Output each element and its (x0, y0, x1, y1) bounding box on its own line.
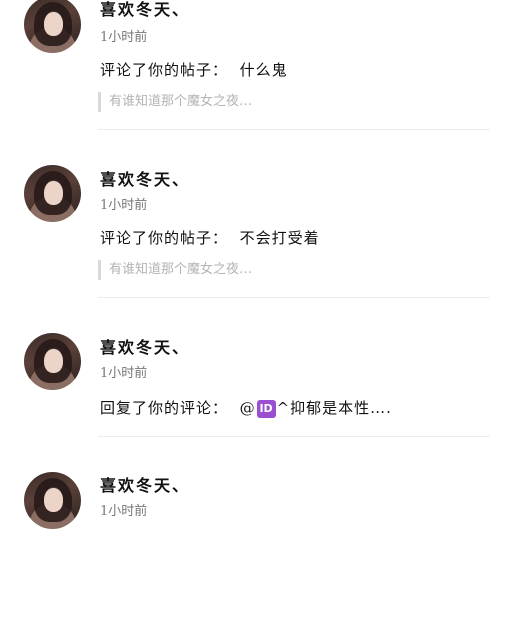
quoted-post[interactable]: 有谁知道那个魔女之夜… (98, 260, 252, 280)
avatar-face (44, 12, 63, 36)
username[interactable]: 喜欢冬天、 (100, 0, 190, 20)
avatar-face (44, 488, 63, 512)
timestamp: 1小时前 (100, 198, 148, 213)
action-text: 回复了你的评论： (100, 399, 229, 417)
avatar[interactable] (24, 0, 81, 53)
divider (98, 436, 490, 437)
comment-text: 不会打受着 (239, 229, 320, 247)
avatar[interactable] (24, 165, 81, 222)
timestamp: 1小时前 (100, 30, 148, 45)
notification-item[interactable]: 喜欢冬天、 1小时前 评论了你的帖子： 不会打受着 有谁知道那个魔女之夜… (0, 165, 512, 328)
username[interactable]: 喜欢冬天、 (100, 334, 190, 358)
notification-content[interactable]: 回复了你的评论： @ ID ^抑郁是本性…. (100, 397, 392, 418)
notification-item[interactable]: 喜欢冬天、 1小时前 (0, 472, 512, 632)
notification-content[interactable]: 评论了你的帖子： 不会打受着 (100, 227, 320, 248)
divider (98, 297, 490, 298)
notification-item[interactable]: 喜欢冬天、 1小时前 评论了你的帖子： 什么鬼 有谁知道那个魔女之夜… (0, 0, 512, 160)
username[interactable]: 喜欢冬天、 (100, 166, 190, 190)
timestamp: 1小时前 (100, 366, 148, 381)
comment-text: 什么鬼 (239, 61, 288, 79)
mention[interactable]: @ ID ^抑郁是本性…. (239, 399, 392, 418)
quoted-post[interactable]: 有谁知道那个魔女之夜… (98, 92, 252, 112)
avatar[interactable] (24, 472, 81, 529)
avatar-face (44, 349, 63, 373)
action-text: 评论了你的帖子： (100, 61, 229, 79)
mention-at: @ (239, 399, 256, 417)
comment-text: ^抑郁是本性…. (276, 399, 392, 417)
action-text: 评论了你的帖子： (100, 229, 229, 247)
avatar-face (44, 181, 63, 205)
divider (98, 129, 490, 130)
notification-content[interactable]: 评论了你的帖子： 什么鬼 (100, 59, 288, 80)
id-badge-icon: ID (256, 400, 276, 418)
timestamp: 1小时前 (100, 504, 148, 519)
avatar[interactable] (24, 333, 81, 390)
username[interactable]: 喜欢冬天、 (100, 472, 190, 496)
